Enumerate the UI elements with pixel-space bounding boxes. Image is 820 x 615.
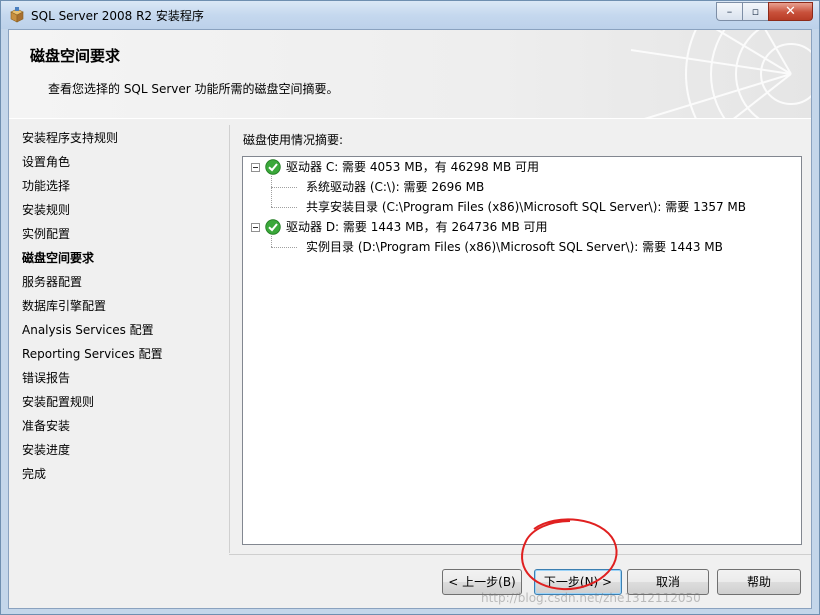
- nav-item-disk-space[interactable]: 磁盘空间要求: [22, 248, 94, 268]
- disk-usage-summary-label: 磁盘使用情况摘要:: [243, 133, 344, 147]
- nav-item-complete[interactable]: 完成: [22, 464, 46, 484]
- close-icon: ✕: [785, 4, 796, 19]
- minimize-icon: –: [726, 5, 733, 18]
- nav-item-analysis-services[interactable]: Analysis Services 配置: [22, 320, 154, 340]
- nav-item-config-rules[interactable]: 安装配置规则: [22, 392, 94, 412]
- back-button[interactable]: < 上一步(B): [442, 569, 522, 595]
- tree-node-shared-dir[interactable]: 共享安装目录 (C:\Program Files (x86)\Microsoft…: [306, 197, 746, 217]
- nav-item-setup-role[interactable]: 设置角色: [22, 152, 70, 172]
- maximize-icon: ▫: [751, 5, 760, 18]
- title-bar[interactable]: SQL Server 2008 R2 安装程序 – ▫ ✕: [1, 1, 819, 29]
- page-title: 磁盘空间要求: [30, 47, 121, 65]
- check-icon: [265, 219, 281, 235]
- tree-connector: [271, 247, 297, 248]
- tree-connector: [271, 207, 297, 208]
- installer-window: SQL Server 2008 R2 安装程序 – ▫ ✕ 磁盘空间要求 查看您…: [0, 0, 820, 615]
- tree-node-instance-dir[interactable]: 实例目录 (D:\Program Files (x86)\Microsoft S…: [306, 237, 723, 257]
- nav-item-ready-to-install[interactable]: 准备安装: [22, 416, 70, 436]
- page-header: 磁盘空间要求 查看您选择的 SQL Server 功能所需的磁盘空间摘要。: [9, 30, 811, 119]
- window-title: SQL Server 2008 R2 安装程序: [31, 9, 204, 23]
- cancel-button[interactable]: 取消: [627, 569, 709, 595]
- client-area: 磁盘空间要求 查看您选择的 SQL Server 功能所需的磁盘空间摘要。 安装…: [8, 29, 812, 609]
- nav-divider: [229, 125, 230, 553]
- next-button[interactable]: 下一步(N) >: [534, 569, 622, 595]
- check-icon: [265, 159, 281, 175]
- tree-connector: [271, 187, 297, 188]
- nav-item-instance-config[interactable]: 实例配置: [22, 224, 70, 244]
- step-navigation: 安装程序支持规则 设置角色 功能选择 安装规则 实例配置 磁盘空间要求 服务器配…: [9, 119, 229, 554]
- installer-box-icon: [10, 7, 24, 23]
- nav-item-support-rules[interactable]: 安装程序支持规则: [22, 128, 118, 148]
- minimize-button[interactable]: –: [716, 2, 742, 21]
- caption-buttons: – ▫ ✕: [716, 2, 813, 21]
- collapse-toggle-drive-c[interactable]: [251, 163, 260, 172]
- maximize-button[interactable]: ▫: [742, 2, 768, 21]
- nav-item-error-reporting[interactable]: 错误报告: [22, 368, 70, 388]
- close-button[interactable]: ✕: [768, 2, 813, 21]
- tree-connector: [271, 236, 272, 247]
- tree-node-drive-c[interactable]: 驱动器 C: 需要 4053 MB，有 46298 MB 可用: [286, 157, 539, 177]
- tree-node-system-drive[interactable]: 系统驱动器 (C:\): 需要 2696 MB: [306, 177, 484, 197]
- tree-connector: [271, 176, 272, 207]
- page-subtitle: 查看您选择的 SQL Server 功能所需的磁盘空间摘要。: [48, 82, 339, 96]
- footer-separator: [229, 554, 811, 555]
- disk-usage-tree[interactable]: 驱动器 C: 需要 4053 MB，有 46298 MB 可用 系统驱动器 (C…: [242, 156, 802, 545]
- nav-item-install-rules[interactable]: 安装规则: [22, 200, 70, 220]
- nav-item-server-config[interactable]: 服务器配置: [22, 272, 82, 292]
- header-decoration: [630, 30, 811, 118]
- nav-item-db-engine-config[interactable]: 数据库引擎配置: [22, 296, 106, 316]
- nav-item-reporting-services[interactable]: Reporting Services 配置: [22, 344, 163, 364]
- nav-item-feature-selection[interactable]: 功能选择: [22, 176, 70, 196]
- collapse-toggle-drive-d[interactable]: [251, 223, 260, 232]
- nav-item-install-progress[interactable]: 安装进度: [22, 440, 70, 460]
- tree-node-drive-d[interactable]: 驱动器 D: 需要 1443 MB，有 264736 MB 可用: [286, 217, 548, 237]
- help-button[interactable]: 帮助: [717, 569, 801, 595]
